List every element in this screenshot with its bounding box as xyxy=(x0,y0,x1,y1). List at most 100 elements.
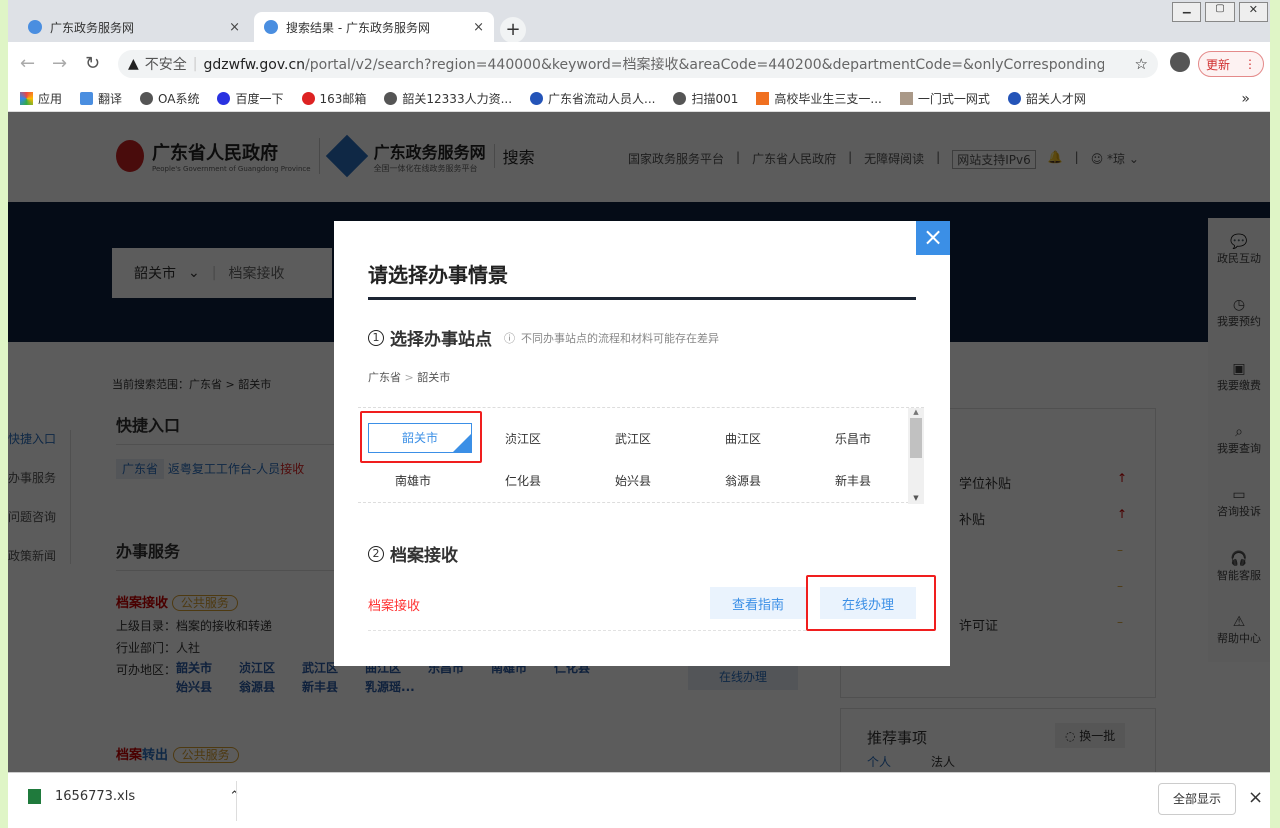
refresh-button[interactable]: ◌ 换一批 xyxy=(1055,723,1126,748)
url-host: gdzwfw.gov.cn xyxy=(203,57,306,73)
tab-2-active[interactable]: 搜索结果 - 广东政务服务网 × xyxy=(254,12,494,42)
back-icon[interactable]: ← xyxy=(20,53,35,74)
bookmark-item[interactable]: 一门式一网式 xyxy=(899,90,990,107)
float-item[interactable]: 🎧 智能客服 xyxy=(1217,551,1261,583)
matter-name: 档案接收 xyxy=(368,599,421,614)
float-item[interactable]: ⌕ 我要查询 xyxy=(1217,424,1261,456)
area-link[interactable]: 浈江区 xyxy=(239,659,302,678)
bookmark-item[interactable]: 广东省流动人员人... xyxy=(530,90,655,107)
float-item[interactable]: ⚠ 帮助中心 xyxy=(1217,614,1261,646)
bookmark-item[interactable]: 韶关人才网 xyxy=(1007,90,1086,107)
area-link[interactable]: 乳源瑶... xyxy=(365,678,428,697)
recommend-panel: 推荐事项 ◌ 换一批 个人 法人 xyxy=(840,708,1156,772)
user-menu[interactable]: ☺ *琼 ⌄ xyxy=(1091,150,1139,169)
site-option[interactable]: 南雄市 xyxy=(358,472,468,489)
area-link[interactable]: 韶关市 xyxy=(176,659,239,678)
online-apply-button[interactable]: 在线办理 xyxy=(688,664,798,690)
side-nav-item[interactable]: 问题咨询 xyxy=(8,508,56,525)
service-link[interactable]: 档案接收 xyxy=(116,596,168,611)
bell-icon[interactable]: 🔔 xyxy=(1048,150,1063,169)
nav-link[interactable]: 国家政务服务平台 xyxy=(628,150,724,169)
nav-link[interactable]: 无障碍阅读 xyxy=(864,150,924,169)
close-icon[interactable]: × xyxy=(916,221,950,255)
site-option[interactable]: 翁源县 xyxy=(688,472,798,489)
float-item-icon: ⌕ xyxy=(1235,423,1243,440)
maximize-icon[interactable]: ▢ xyxy=(1205,2,1235,22)
site-logo-icon xyxy=(1007,92,1021,105)
site-breadcrumb: 广东省 > 韶关市 xyxy=(368,371,451,384)
area-link[interactable]: 翁源县 xyxy=(239,678,302,697)
highlight-box xyxy=(360,411,482,463)
download-bar: 1656773.xls ⌃ 全部显示 × xyxy=(8,772,1270,828)
service-item: 档案转出 公共服务 xyxy=(116,744,239,763)
side-nav: 快捷入口 办事服务 问题咨询 政策新闻 xyxy=(8,430,72,564)
bookmark-item[interactable]: 163邮箱 xyxy=(301,90,366,107)
quick-link[interactable]: 广东省 返粤复工工作台-人员接收 xyxy=(116,459,304,479)
chevron-up-icon: ⌃ xyxy=(229,789,241,804)
hot-item[interactable]: 补贴 xyxy=(959,509,985,528)
show-all-button[interactable]: 全部显示 xyxy=(1158,783,1236,815)
nav-link[interactable]: 广东省人民政府 xyxy=(752,150,836,169)
info-icon: ⓘ xyxy=(504,331,515,345)
close-window-icon[interactable]: ✕ xyxy=(1238,2,1268,22)
bookmark-item[interactable]: 高校毕业生三支一... xyxy=(756,90,882,107)
forward-icon[interactable]: → xyxy=(52,53,67,74)
search-box[interactable]: 韶关市 ⌄ | 档案接收 xyxy=(112,248,332,298)
translate-icon xyxy=(80,92,94,105)
globe-icon xyxy=(384,92,398,105)
float-item[interactable]: ◷ 我要预约 xyxy=(1217,297,1261,329)
tab-close-button[interactable]: × xyxy=(229,20,240,35)
site-option[interactable]: 曲江区 xyxy=(688,430,798,447)
float-item[interactable]: ▭ 咨询投诉 xyxy=(1217,487,1261,519)
site-option[interactable]: 武江区 xyxy=(578,430,688,447)
bookmark-item[interactable]: 扫描001 xyxy=(673,90,738,107)
tab-legal-person[interactable]: 法人 xyxy=(931,753,955,770)
profile-icon[interactable] xyxy=(1170,52,1190,72)
download-item[interactable]: 1656773.xls ⌃ xyxy=(28,789,240,804)
minimize-icon[interactable]: ▁ xyxy=(1172,2,1202,22)
close-download-bar-button[interactable]: × xyxy=(1248,787,1263,808)
site-option[interactable]: 仁化县 xyxy=(468,472,578,489)
modal-title: 请选择办事情景 xyxy=(368,263,508,287)
region-select[interactable]: 韶关市 xyxy=(134,263,176,283)
portal-logo-icon xyxy=(325,134,368,178)
site-option[interactable]: 新丰县 xyxy=(798,472,908,489)
mail-163-icon xyxy=(301,92,315,105)
float-item[interactable]: 💬 政民互动 xyxy=(1217,234,1261,266)
site-favicon-icon xyxy=(28,20,42,34)
site-option[interactable]: 乐昌市 xyxy=(798,430,908,447)
tab-personal[interactable]: 个人 xyxy=(867,753,891,770)
tab-close-button[interactable]: × xyxy=(473,20,484,35)
side-nav-item[interactable]: 快捷入口 xyxy=(8,430,56,447)
scrollbar[interactable]: ▲ ▼ xyxy=(908,408,924,504)
reload-icon[interactable]: ↻ xyxy=(85,53,100,74)
site-option[interactable]: 浈江区 xyxy=(468,430,578,447)
float-item[interactable]: ▣ 我要缴费 xyxy=(1217,361,1261,393)
bookmark-item[interactable]: 翻译 xyxy=(80,90,122,107)
site-logo-icon xyxy=(756,92,770,105)
tab-title: 搜索结果 - 广东政务服务网 xyxy=(286,20,430,35)
search-input[interactable]: 档案接收 xyxy=(228,263,284,283)
bookmark-star-icon[interactable]: ☆ xyxy=(1135,55,1148,73)
hot-item[interactable]: 学位补贴 xyxy=(959,473,1011,492)
side-nav-item[interactable]: 政策新闻 xyxy=(8,547,56,564)
hot-item[interactable]: 许可证 xyxy=(959,615,998,634)
tab-1[interactable]: 广东政务服务网 × xyxy=(18,12,250,42)
side-nav-item[interactable]: 办事服务 xyxy=(8,469,56,486)
bookmark-item[interactable]: 百度一下 xyxy=(217,90,284,107)
area-link[interactable]: 新丰县 xyxy=(302,678,365,697)
address-bar[interactable]: ▲ 不安全 | gdzwfw.gov.cn/portal/v2/search?r… xyxy=(118,50,1158,78)
site-option[interactable]: 始兴县 xyxy=(578,472,688,489)
bookmark-item[interactable]: 应用 xyxy=(20,90,62,107)
float-item-icon: ⚠ xyxy=(1232,614,1246,631)
search-label: 搜索 xyxy=(502,148,535,167)
bookmark-item[interactable]: OA系统 xyxy=(140,90,199,107)
view-guide-button[interactable]: 查看指南 xyxy=(710,587,806,619)
step2-header: 2 档案接收 xyxy=(368,541,458,566)
update-button[interactable]: 更新 ⋮ xyxy=(1198,51,1264,77)
new-tab-button[interactable]: + xyxy=(500,17,526,43)
service-badge: 公共服务 xyxy=(171,595,238,611)
more-bookmarks-button[interactable]: » xyxy=(1241,91,1250,107)
area-link[interactable]: 始兴县 xyxy=(176,678,239,697)
bookmark-item[interactable]: 韶关12333人力资... xyxy=(384,90,512,107)
